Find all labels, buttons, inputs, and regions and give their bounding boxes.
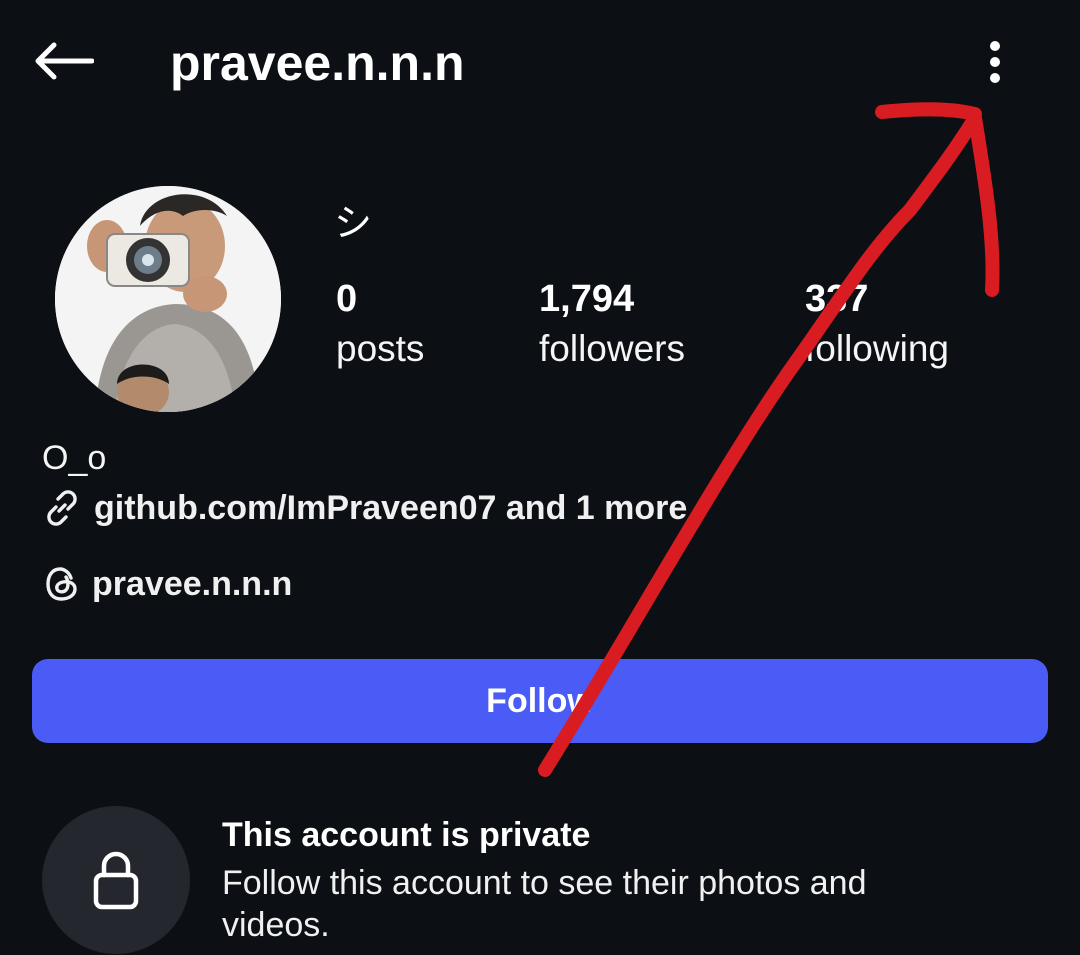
private-description: Follow this account to see their photos … bbox=[222, 864, 867, 944]
posts-count: 0 bbox=[336, 278, 358, 320]
more-vertical-icon bbox=[990, 41, 1000, 83]
followers-stat[interactable]: 1,794 followers bbox=[539, 274, 685, 374]
threads-icon bbox=[42, 564, 82, 604]
following-count: 337 bbox=[805, 278, 869, 320]
display-name: シ bbox=[334, 203, 373, 245]
private-lock-badge bbox=[42, 806, 190, 954]
lock-icon bbox=[93, 851, 139, 910]
arrow-left-icon bbox=[35, 42, 94, 80]
following-stat[interactable]: 337 following bbox=[805, 274, 949, 374]
followers-count: 1,794 bbox=[539, 278, 635, 320]
avatar-image bbox=[55, 186, 281, 412]
posts-label: posts bbox=[336, 328, 425, 369]
back-button[interactable] bbox=[28, 30, 98, 92]
page-title: pravee.n.n.n bbox=[170, 35, 465, 91]
followers-label: followers bbox=[539, 328, 685, 369]
bio-text: O_o bbox=[42, 439, 107, 477]
threads-badge[interactable]: pravee.n.n.n bbox=[42, 562, 292, 606]
profile-screen: pravee.n.n.n シ 0 posts 1,794 followers 3… bbox=[0, 0, 1080, 955]
bio-link[interactable]: github.com/ImPraveen07 and 1 more bbox=[42, 486, 687, 530]
follow-button-label: Follow bbox=[486, 681, 594, 720]
link-icon bbox=[42, 488, 82, 528]
bio-link-text: github.com/ImPraveen07 and 1 more bbox=[94, 488, 688, 527]
more-options-button[interactable] bbox=[970, 34, 1020, 90]
following-label: following bbox=[805, 328, 949, 369]
avatar[interactable] bbox=[55, 186, 281, 412]
follow-button[interactable]: Follow bbox=[32, 659, 1048, 743]
posts-stat: 0 posts bbox=[336, 274, 424, 374]
private-title: This account is private bbox=[222, 816, 591, 854]
threads-handle: pravee.n.n.n bbox=[92, 564, 293, 603]
